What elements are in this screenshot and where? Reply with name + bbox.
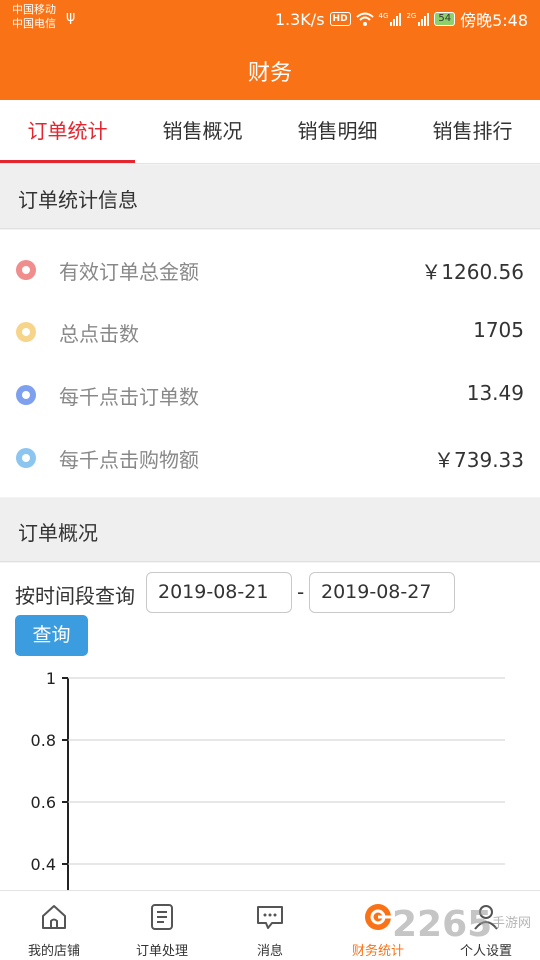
section-title: 订单概况	[18, 521, 98, 545]
nav-my-store[interactable]: 我的店铺	[0, 891, 108, 960]
tab-bar: 订单统计 销售概况 销售明细 销售排行	[0, 100, 540, 164]
status-bar: 中国移动 中国电信 ψ 1.3K/s HD 4G 2G 54 傍晚5:48	[0, 0, 540, 38]
stat-label: 有效订单总金额	[59, 260, 199, 284]
stat-value: ￥1260.56	[421, 260, 524, 284]
nav-label: 消息	[256, 944, 283, 959]
stat-label: 每千点击购物额	[59, 448, 199, 472]
nav-label: 我的店铺	[27, 944, 80, 959]
stat-row: 每千点击购物额 ￥739.33	[0, 428, 540, 488]
end-date-input[interactable]: 2019-08-27	[309, 572, 455, 613]
start-date-input[interactable]: 2019-08-21	[146, 572, 292, 613]
document-icon	[151, 904, 173, 930]
stat-row: 总点击数 1705	[0, 302, 540, 362]
stat-row: 每千点击订单数 13.49	[0, 365, 540, 425]
stat-value: 13.49	[466, 381, 524, 405]
home-icon	[42, 905, 66, 929]
stats-list: 有效订单总金额 ￥1260.56 总点击数 1705 每千点击订单数 13.49…	[0, 230, 540, 497]
section-title: 订单统计信息	[18, 188, 138, 212]
message-icon	[257, 906, 283, 929]
stat-dot-icon	[16, 260, 36, 280]
carrier-2: 中国电信	[12, 17, 56, 30]
y-tick-label: 0.4	[31, 855, 56, 874]
stat-row: 有效订单总金额 ￥1260.56	[0, 240, 540, 300]
signal-icon-2: 2G	[406, 12, 430, 26]
tab-sales-details[interactable]: 销售明细	[270, 100, 405, 164]
active-tab-indicator	[0, 160, 135, 163]
page-title: 财务	[247, 61, 292, 86]
watermark-logo: 2265	[392, 904, 493, 945]
status-indicators: 1.3K/s HD 4G 2G 54 傍晚5:48	[275, 7, 528, 31]
stat-label: 每千点击订单数	[59, 385, 199, 409]
finance-icon	[365, 904, 391, 930]
network-speed: 1.3K/s	[274, 9, 325, 29]
wifi-icon	[355, 12, 374, 26]
y-tick-label: 0.8	[31, 731, 56, 750]
tab-sales-overview[interactable]: 销售概况	[135, 100, 270, 164]
query-button[interactable]: 查询	[15, 615, 88, 656]
overview-section-header: 订单概况	[0, 498, 540, 562]
stat-label: 总点击数	[59, 322, 139, 346]
stat-value: 1705	[473, 318, 524, 342]
carrier-1: 中国移动	[12, 3, 56, 16]
stat-dot-icon	[16, 448, 36, 468]
date-separator: -	[297, 580, 305, 604]
y-tick-label: 1	[46, 669, 56, 688]
nav-order-processing[interactable]: 订单处理	[108, 891, 216, 960]
tab-sales-ranking[interactable]: 销售排行	[405, 100, 540, 164]
watermark-caption: 手游网	[492, 916, 532, 931]
stat-dot-icon	[16, 385, 36, 405]
app-header: 财务	[0, 38, 540, 100]
stats-section-header: 订单统计信息	[0, 165, 540, 229]
hd-badge: HD	[329, 12, 351, 26]
usb-icon: ψ	[66, 9, 76, 25]
battery-icon: 54	[434, 12, 456, 26]
stat-dot-icon	[16, 322, 36, 342]
nav-messages[interactable]: 消息	[216, 891, 324, 960]
tab-order-stats[interactable]: 订单统计	[0, 100, 135, 164]
carrier-info: 中国移动 中国电信	[12, 3, 56, 31]
order-chart: 1 0.8 0.6 0.4	[31, 669, 505, 890]
y-tick-label: 0.6	[31, 793, 56, 812]
clock: 傍晚5:48	[460, 11, 528, 30]
stat-value: ￥739.33	[434, 448, 524, 472]
signal-icon: 4G	[379, 12, 402, 26]
query-label: 按时间段查询	[15, 584, 135, 608]
nav-label: 订单处理	[135, 944, 188, 959]
